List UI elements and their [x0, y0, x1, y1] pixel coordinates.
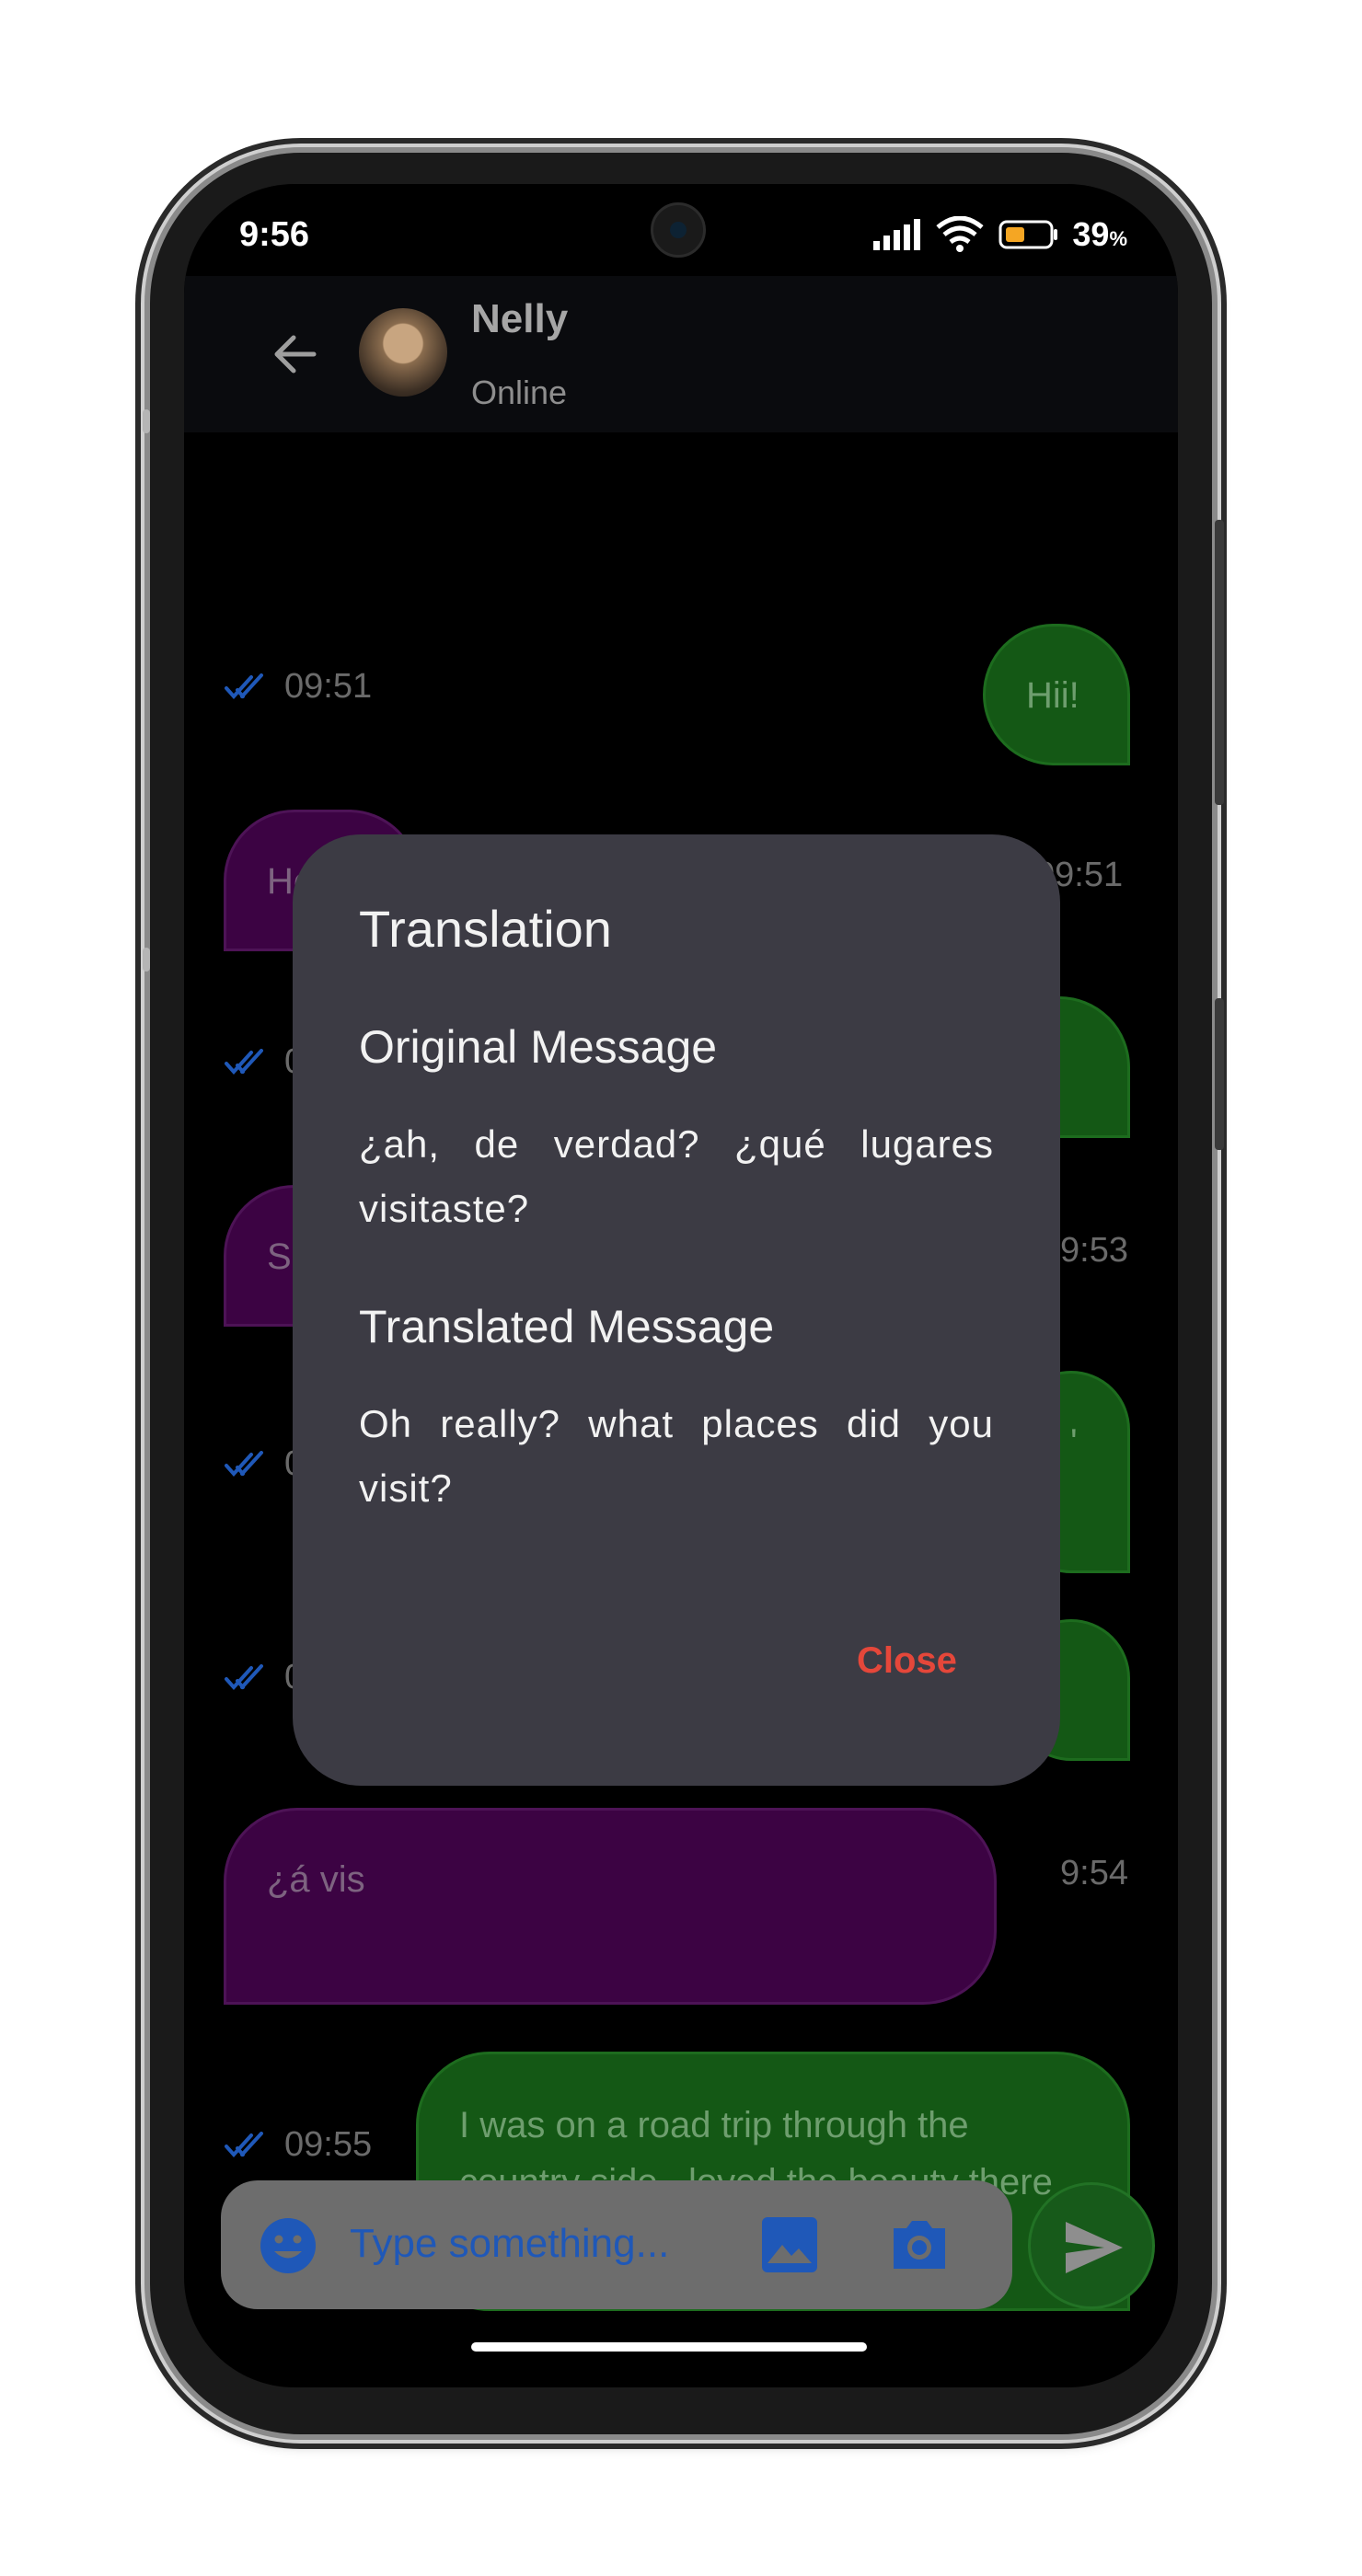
close-button[interactable]: Close	[857, 1640, 957, 1682]
message-text: '	[1070, 1422, 1078, 1463]
message-text: S	[267, 1236, 292, 1277]
status-time: 9:56	[239, 215, 310, 254]
message-meta: 9:54	[1060, 1854, 1128, 1893]
translated-message-text: Oh really? what places did you visit?	[359, 1402, 994, 1510]
double-check-icon	[225, 1450, 263, 1477]
dialog-title: Translation	[359, 900, 612, 958]
double-check-icon	[225, 673, 263, 699]
contact-name: Nelly	[471, 296, 569, 341]
double-check-icon	[225, 2131, 263, 2157]
translated-message-heading: Translated Message	[359, 1301, 775, 1352]
double-check-icon	[225, 1663, 263, 1690]
message-time: 09:55	[284, 2125, 373, 2164]
left-button	[143, 409, 150, 433]
home-indicator[interactable]	[471, 2342, 867, 2352]
status-bar: 9:56 39%	[184, 184, 1178, 276]
battery-icon	[998, 220, 1058, 249]
message-input[interactable]: Type something...	[350, 2221, 669, 2267]
power-button	[1215, 998, 1224, 1150]
avatar[interactable]	[359, 308, 447, 397]
translation-dialog: Translation Original Message ¿ah, de ver…	[293, 834, 1060, 1786]
camera-icon[interactable]	[888, 2215, 951, 2274]
phone-screen: 9:56 39% Nelly Online 09:51 Hii! 09:51 S…	[184, 184, 1178, 2387]
contact-status: Online	[471, 374, 568, 411]
battery-percent: 39%	[1072, 215, 1127, 253]
message-meta: 09:51	[224, 667, 372, 707]
image-gallery-icon[interactable]	[760, 2215, 819, 2274]
message-bubble[interactable]: Hii!	[983, 624, 1130, 765]
message-input-bar: Type something...	[221, 2180, 1012, 2309]
message-meta: 9:53	[1060, 1231, 1128, 1271]
message-bubble[interactable]: ¿á vis	[224, 1808, 997, 2005]
send-button[interactable]	[1028, 2182, 1155, 2309]
message-time: 09:51	[284, 667, 373, 706]
message-time: 9:53	[1060, 1231, 1128, 1270]
message-meta: 09:55	[224, 2125, 372, 2165]
message-time: 9:54	[1060, 1854, 1128, 1892]
double-check-icon	[225, 1048, 263, 1075]
message-text: Hii!	[1026, 675, 1079, 716]
volume-button	[1215, 520, 1224, 805]
message-text: ¿á vis	[267, 1859, 365, 1900]
wifi-icon	[936, 216, 984, 252]
front-camera	[651, 202, 706, 258]
original-message-text: ¿ah, de verdad? ¿qué lugares visitaste?	[359, 1122, 994, 1230]
chat-header: Nelly Online	[184, 276, 1178, 432]
emoji-icon[interactable]	[260, 2217, 317, 2274]
original-message-heading: Original Message	[359, 1021, 718, 1073]
left-button-2	[143, 948, 150, 972]
back-arrow-icon[interactable]	[271, 331, 317, 377]
status-icons: 39%	[871, 215, 1127, 254]
send-icon	[1066, 2222, 1123, 2273]
signal-icon	[873, 219, 921, 250]
